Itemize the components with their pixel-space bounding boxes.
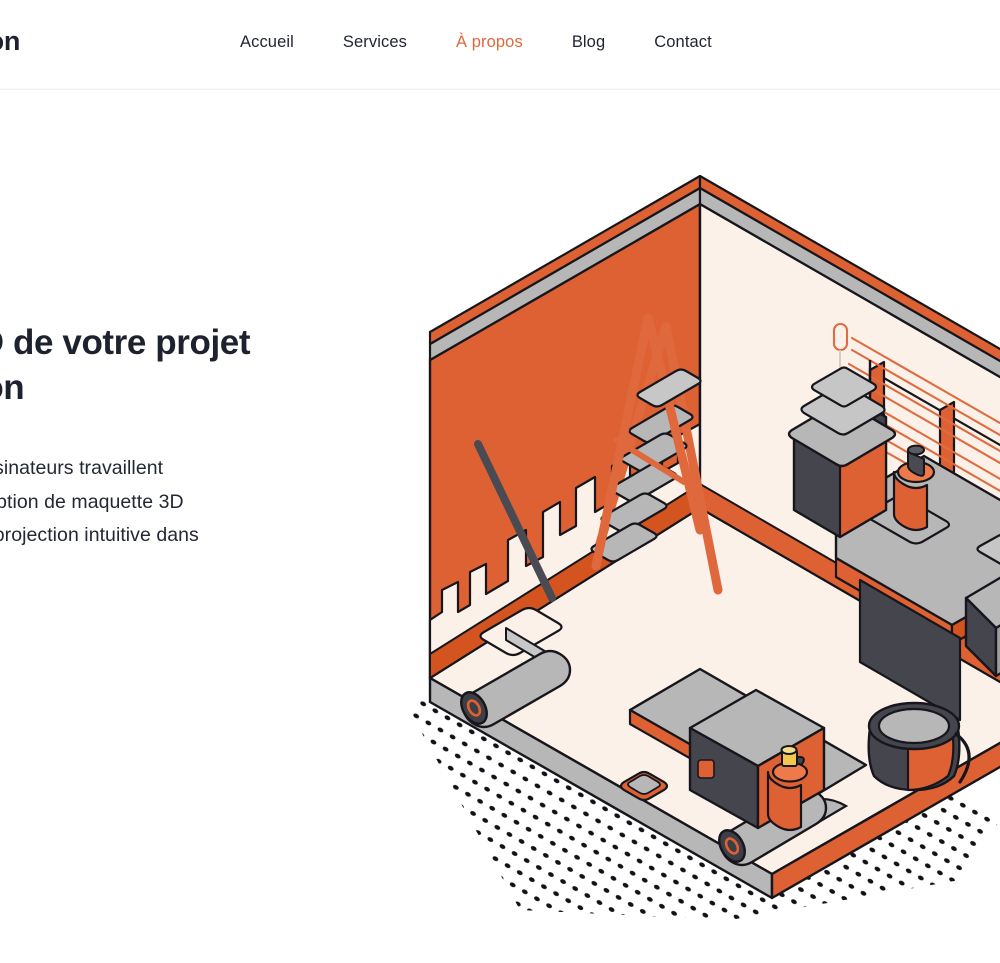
nav-item-contact[interactable]: Contact bbox=[654, 33, 712, 52]
paint-bucket bbox=[867, 701, 971, 792]
nav-item-blog[interactable]: Blog bbox=[572, 33, 605, 52]
nav-item-a-propos[interactable]: À propos bbox=[456, 33, 523, 52]
hero-title: Maquette 3D de votre projet de rénovatio… bbox=[0, 323, 251, 407]
brand-logo[interactable]: Décoration bbox=[0, 26, 20, 57]
room-illustration-svg bbox=[408, 174, 1000, 920]
isometric-room-renovation-illustration bbox=[400, 120, 1000, 920]
hero-section: Maquette 3D de votre projet de rénovatio… bbox=[0, 320, 292, 586]
nav-item-accueil[interactable]: Accueil bbox=[240, 33, 294, 52]
hero-paragraph: Nos architectes et dessinateurs travaill… bbox=[0, 457, 199, 546]
site-header: Décoration Accueil Services À propos Blo… bbox=[0, 0, 1000, 90]
nav-item-services[interactable]: Services bbox=[343, 33, 407, 52]
main-navigation: Accueil Services À propos Blog Contact bbox=[240, 33, 712, 52]
